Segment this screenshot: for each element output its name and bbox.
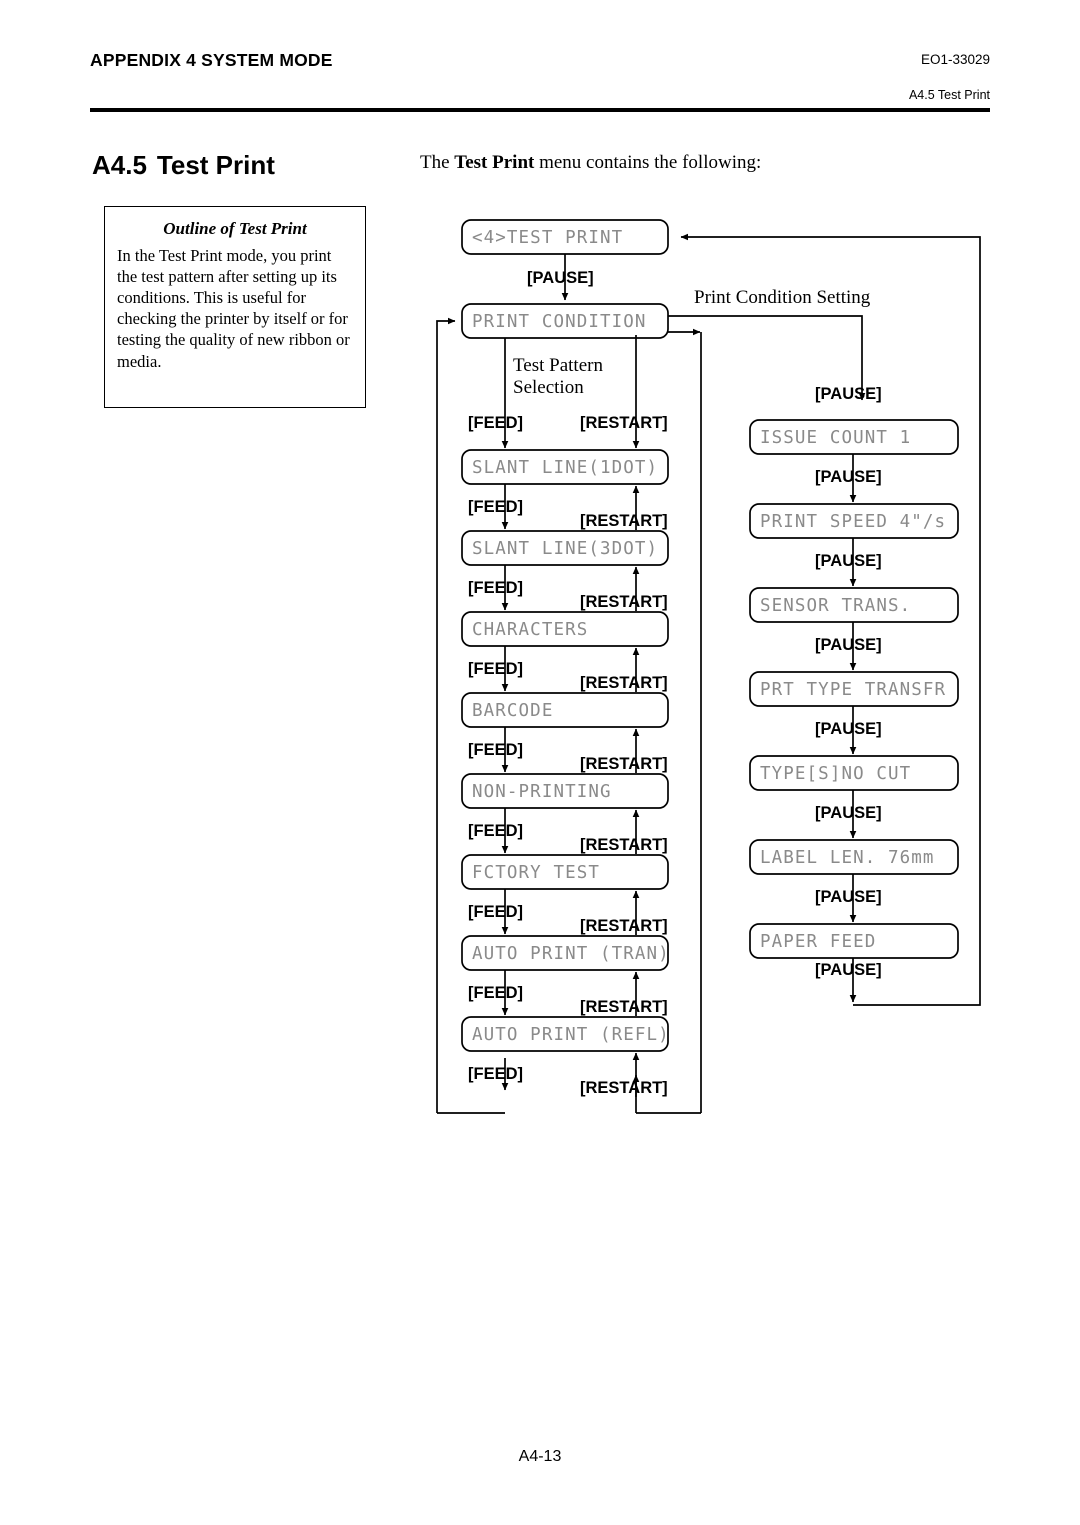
key-label-feed: [FEED] xyxy=(468,903,523,921)
edge-feed-loop-return xyxy=(436,317,456,1113)
key-label-pause: [PAUSE] xyxy=(815,552,882,570)
flow-box-test-print: <4>TEST PRINT xyxy=(461,219,669,255)
key-label-feed: [FEED] xyxy=(468,984,523,1002)
flow-box-print-condition-item: PAPER FEED xyxy=(749,923,959,959)
flow-box-print-condition-item-label: SENSOR TRANS. xyxy=(760,596,911,616)
key-label-restart: [RESTART] xyxy=(580,917,668,935)
flow-box-test-pattern-label: BARCODE xyxy=(472,701,553,721)
flow-box-print-condition-item: SENSOR TRANS. xyxy=(749,587,959,623)
flow-box-test-pattern-label: NON-PRINTING xyxy=(472,782,612,802)
flow-box-test-pattern: NON-PRINTING xyxy=(461,773,669,809)
key-label-restart: [RESTART] xyxy=(580,836,668,854)
key-label-restart: [RESTART] xyxy=(580,998,668,1016)
flow-box-test-pattern: SLANT LINE(1DOT) xyxy=(461,449,669,485)
flow-box-test-print-label: <4>TEST PRINT xyxy=(472,228,623,248)
flow-box-test-pattern: BARCODE xyxy=(461,692,669,728)
flow-box-test-pattern-label: FCTORY TEST xyxy=(472,863,600,883)
key-label-restart: [RESTART] xyxy=(580,512,668,530)
flow-box-print-condition: PRINT CONDITION xyxy=(461,303,669,339)
flow-box-test-pattern-label: AUTO PRINT (REFL) xyxy=(472,1025,670,1045)
key-label-restart: [RESTART] xyxy=(580,593,668,611)
flow-box-print-condition-item-label: LABEL LEN. 76mm xyxy=(760,848,935,868)
flow-box-test-pattern-label: CHARACTERS xyxy=(472,620,588,640)
flow-box-print-condition-item-label: TYPE[S]NO CUT xyxy=(760,764,911,784)
flow-box-print-condition-item-label: PRT TYPE TRANSFR xyxy=(760,680,946,700)
flow-box-print-condition-item: PRT TYPE TRANSFR xyxy=(749,671,959,707)
annotation-test-pattern-line1: Test Pattern xyxy=(513,355,603,376)
key-label-pause: [PAUSE] xyxy=(815,636,882,654)
key-label-pause-branch: [PAUSE] xyxy=(815,385,882,403)
flow-box-print-condition-item: ISSUE COUNT 1 xyxy=(749,419,959,455)
flow-box-test-pattern-label: AUTO PRINT (TRAN) xyxy=(472,944,670,964)
flow-box-test-pattern: SLANT LINE(3DOT) xyxy=(461,530,669,566)
flow-box-print-condition-item-label: ISSUE COUNT 1 xyxy=(760,428,911,448)
key-label-feed: [FEED] xyxy=(468,741,523,759)
key-label-restart: [RESTART] xyxy=(580,1079,668,1097)
key-label-pause: [PAUSE] xyxy=(815,888,882,906)
key-label-restart: [RESTART] xyxy=(580,414,668,432)
annotation-test-pattern-line2: Selection xyxy=(513,377,584,398)
key-label-feed: [FEED] xyxy=(468,822,523,840)
page-footer: A4-13 xyxy=(518,1448,562,1465)
flow-box-print-condition-item-label: PRINT SPEED 4"/s xyxy=(760,512,946,532)
key-label-pause-last: [PAUSE] xyxy=(815,961,882,979)
key-label-feed: [FEED] xyxy=(468,498,523,516)
key-label-pause: [PAUSE] xyxy=(815,468,882,486)
flow-box-test-pattern-label: SLANT LINE(3DOT) xyxy=(472,539,658,559)
key-label-feed: [FEED] xyxy=(468,660,523,678)
key-label-feed: [FEED] xyxy=(468,579,523,597)
key-label-restart: [RESTART] xyxy=(580,674,668,692)
flow-box-test-pattern: CHARACTERS xyxy=(461,611,669,647)
key-label-restart: [RESTART] xyxy=(580,755,668,773)
flow-box-test-pattern: FCTORY TEST xyxy=(461,854,669,890)
key-label-pause: [PAUSE] xyxy=(815,720,882,738)
key-label-pause: [PAUSE] xyxy=(815,804,882,822)
flow-box-print-condition-item: LABEL LEN. 76mm xyxy=(749,839,959,875)
key-label-feed: [FEED] xyxy=(468,414,523,432)
flow-box-print-condition-item: TYPE[S]NO CUT xyxy=(749,755,959,791)
flow-box-test-pattern-label: SLANT LINE(1DOT) xyxy=(472,458,658,478)
flow-box-print-condition-label: PRINT CONDITION xyxy=(472,312,647,332)
test-pattern-column: SLANT LINE(1DOT) [FEED] [RESTART] SLANT LIN… xyxy=(461,335,670,1097)
annotation-print-condition-setting: Print Condition Setting xyxy=(694,287,871,308)
key-label-feed: [FEED] xyxy=(468,1065,523,1083)
flow-box-print-condition-item-label: PAPER FEED xyxy=(760,932,876,952)
test-print-flowchart: <4>TEST PRINT [PAUSE] PRINT CONDITION Pr… xyxy=(436,219,981,1114)
flow-box-test-pattern: AUTO PRINT (TRAN) xyxy=(461,935,670,971)
flow-box-test-pattern: AUTO PRINT (REFL) xyxy=(461,1016,670,1052)
key-label-pause-root: [PAUSE] xyxy=(527,269,594,287)
print-condition-column: ISSUE COUNT 1 [PAUSE] PRINT SPEED 4"/s [PAU… xyxy=(749,419,959,959)
flow-box-print-condition-item: PRINT SPEED 4"/s xyxy=(749,503,959,539)
